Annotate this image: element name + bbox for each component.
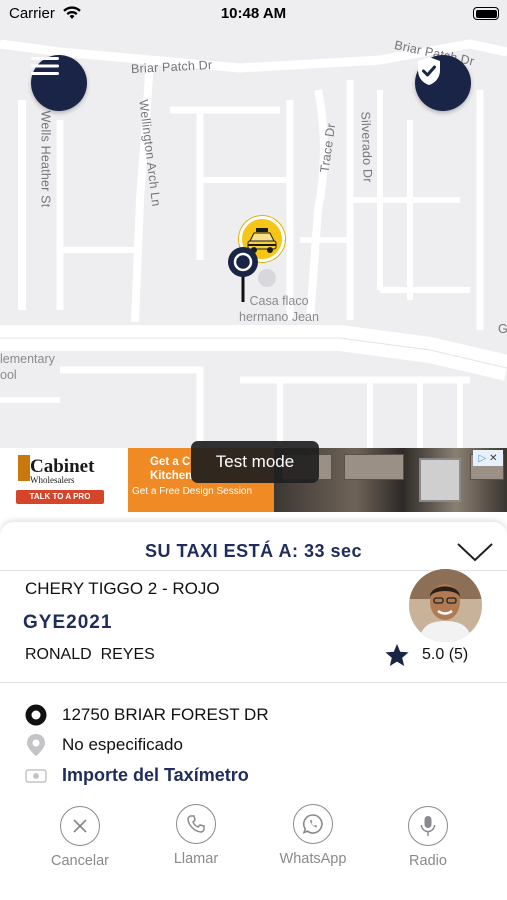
destination-row[interactable]: No especificado [25, 733, 183, 757]
call-circle [176, 804, 216, 844]
street-label: Wells Heather St [38, 110, 53, 208]
phone-icon [187, 815, 205, 833]
school-label: lementary ool [0, 351, 55, 383]
action-bar: Cancelar Llamar WhatsApp Radio [0, 804, 507, 876]
chevron-down-icon[interactable] [457, 542, 493, 562]
whatsapp-icon [302, 814, 323, 834]
trip-sheet: SU TAXI ESTÁ A: 33 sec CHERY TIGGO 2 - R… [0, 522, 507, 900]
destination-pin-icon [27, 734, 45, 756]
license-plate: GYE2021 [23, 612, 113, 633]
car-model: CHERY TIGGO 2 - ROJO [25, 579, 220, 598]
street-label: G [498, 322, 507, 336]
radio-circle [408, 806, 448, 846]
poi-line: lementary [0, 352, 55, 366]
ad-choices-icon[interactable]: ▷ ✕ [473, 450, 503, 466]
ad-logo: Cabinet Wholesalers TALK TO A PRO [0, 448, 128, 512]
cancel-label: Cancelar [50, 853, 110, 869]
ad-logo-mark [18, 455, 30, 481]
pickup-row: 12750 BRIAR FOREST DR [25, 704, 269, 726]
call-button[interactable]: Llamar [146, 804, 246, 867]
poi-line: ool [0, 368, 17, 382]
whatsapp-circle [293, 804, 333, 844]
origin-dot-icon [25, 704, 47, 726]
battery-icon [473, 7, 499, 20]
ad-cta-button[interactable]: TALK TO A PRO [16, 490, 104, 504]
ad-headline: Get a C [150, 456, 191, 468]
driver-name: RONALD REYES [25, 646, 155, 663]
test-mode-toast: Test mode [191, 441, 319, 483]
menu-button[interactable] [31, 55, 87, 111]
street-label: Silverado Dr [358, 111, 375, 183]
fare-row: Importe del Taxímetro [25, 765, 249, 786]
pin-icon[interactable] [226, 246, 260, 304]
ad-headline: Kitchen [150, 470, 193, 482]
driver-photo [409, 569, 482, 642]
pickup-address: 12750 BRIAR FOREST DR [62, 705, 269, 724]
fare-label: Importe del Taxímetro [62, 765, 249, 785]
whatsapp-label: WhatsApp [279, 851, 347, 867]
shield-check-icon [418, 57, 440, 85]
clock: 10:48 AM [220, 5, 287, 22]
ad-tagline: Get a Free Design Session [132, 486, 253, 497]
whatsapp-button[interactable]: WhatsApp [263, 804, 363, 867]
destination-address: No especificado [62, 735, 183, 754]
poi-line: hermano Jean [239, 310, 319, 324]
radio-label: Radio [409, 853, 447, 869]
cancel-button[interactable]: Cancelar [30, 806, 130, 869]
menu-icon [31, 57, 59, 75]
status-bar: Carrier 10:48 AM [0, 0, 507, 28]
cancel-circle [60, 806, 100, 846]
map[interactable]: Briar Patch Dr Briar Patch Dr Wellington… [0, 0, 507, 448]
cash-icon [25, 768, 47, 783]
microphone-icon [420, 816, 436, 836]
radio-button[interactable]: Radio [378, 806, 478, 869]
divider [0, 682, 507, 683]
rating-value: 5.0 (5) [422, 646, 469, 663]
star-icon [385, 644, 409, 666]
driver-avatar[interactable] [409, 569, 482, 642]
close-icon [73, 819, 87, 833]
ad-brand-sub: Wholesalers [30, 475, 75, 485]
call-label: Llamar [173, 851, 219, 867]
driver-rating: 5.0 (5) [384, 643, 468, 667]
eta-label: SU TAXI ESTÁ A: 33 sec [144, 541, 363, 561]
safety-button[interactable] [415, 55, 471, 111]
